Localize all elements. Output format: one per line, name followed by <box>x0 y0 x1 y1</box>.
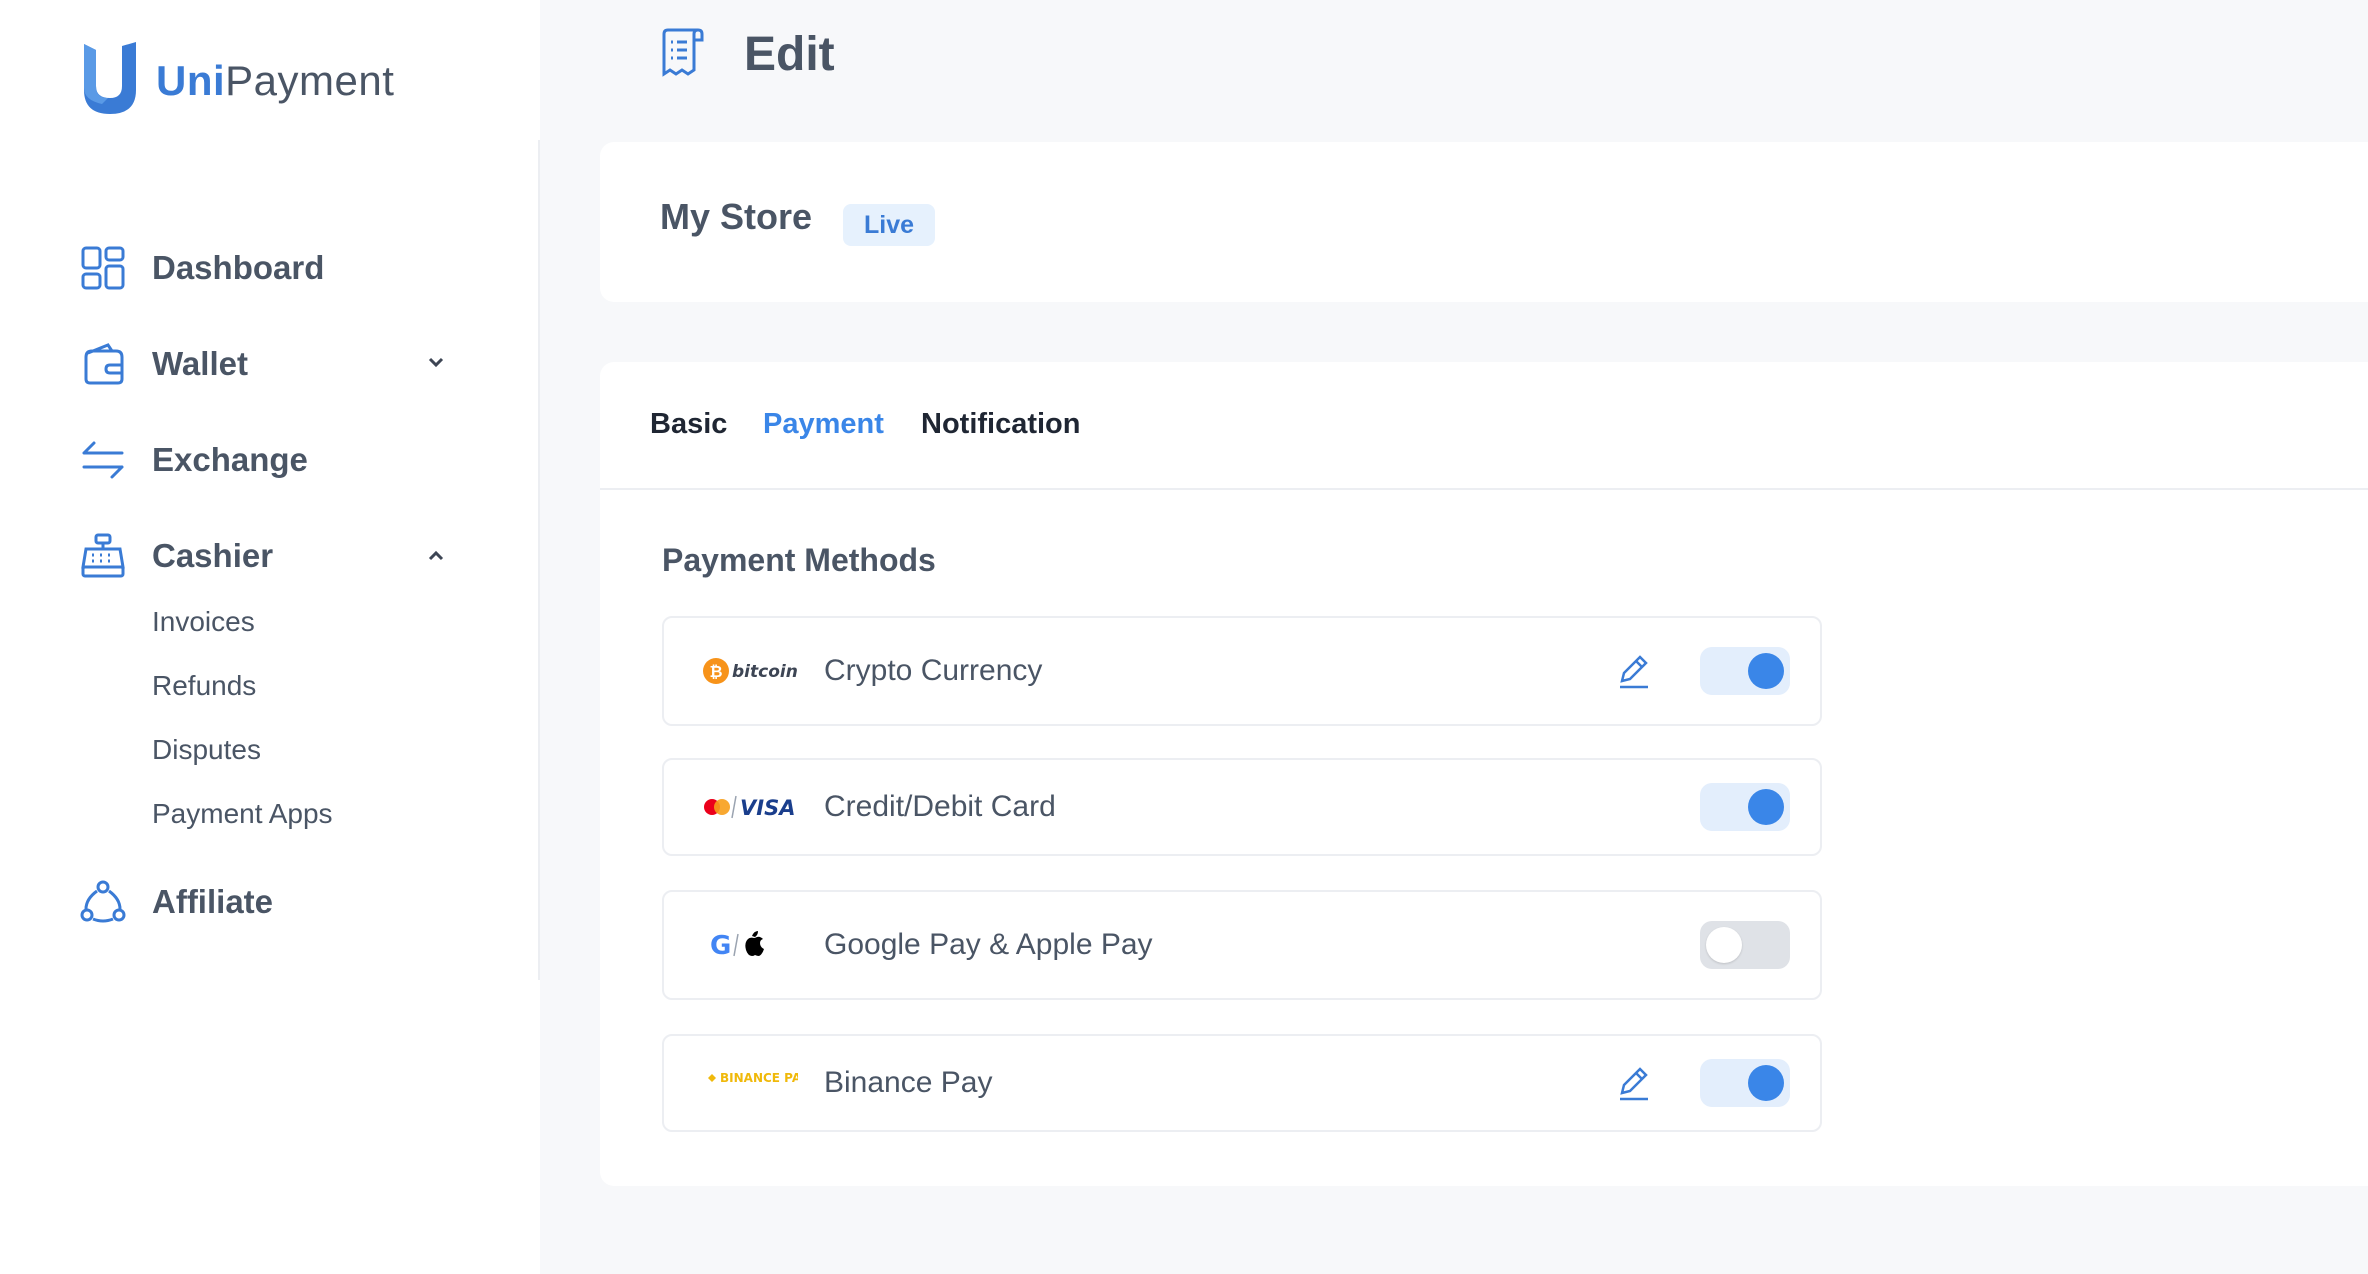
tab-basic[interactable]: Basic <box>650 408 727 441</box>
dashboard-icon <box>80 245 126 291</box>
brand-name-suffix: Payment <box>225 56 395 104</box>
brand-name-prefix: Uni <box>156 56 226 104</box>
toggle-knob <box>1706 927 1742 963</box>
sidebar-subitem-invoices[interactable]: Invoices <box>152 606 255 638</box>
binance-toggle[interactable] <box>1700 1059 1790 1107</box>
cashier-icon <box>80 533 126 579</box>
toggle-knob <box>1748 1065 1784 1101</box>
status-badge: Live <box>843 204 935 246</box>
edit-pencil-icon[interactable] <box>1614 651 1654 691</box>
toggle-knob <box>1748 653 1784 689</box>
bitcoin-logo: ₿ bitcoin <box>702 648 798 694</box>
unipayment-logo-icon <box>78 40 142 121</box>
edit-pencil-icon[interactable] <box>1614 1063 1654 1103</box>
wallet-icon <box>80 341 126 387</box>
affiliate-icon <box>80 879 126 925</box>
payment-method-crypto: ₿ bitcoin Crypto Currency <box>662 616 1822 726</box>
tab-payment[interactable]: Payment <box>763 408 884 441</box>
sidebar-subitem-disputes[interactable]: Disputes <box>152 734 261 766</box>
visa-logo-text: VISA <box>740 796 795 820</box>
google-apple-logo: G <box>702 922 798 968</box>
store-name: My Store <box>660 196 813 237</box>
sidebar-item-affiliate[interactable]: Affiliate <box>80 872 273 932</box>
svg-text:₿: ₿ <box>709 662 722 681</box>
unipayment-logo[interactable]: UniPayment <box>78 40 394 121</box>
sidebar: UniPayment Dashboard Wallet Exchange Cas… <box>0 0 540 1274</box>
binance-logo-text: BINANCE PAY <box>720 1071 798 1085</box>
chevron-up-icon[interactable] <box>422 542 450 570</box>
sidebar-item-label: Dashboard <box>152 249 325 286</box>
sidebar-item-label: Affiliate <box>152 883 274 920</box>
settings-card: Basic Payment Notification Payment Metho… <box>600 362 2368 1186</box>
payment-method-binance: BINANCE PAY Binance Pay <box>662 1034 1822 1132</box>
mastercard-visa-logo: VISA <box>702 784 798 830</box>
sidebar-item-dashboard[interactable]: Dashboard <box>80 238 324 298</box>
sidebar-item-cashier[interactable]: Cashier <box>80 526 273 586</box>
toggle-knob <box>1748 789 1784 825</box>
sidebar-item-label: Exchange <box>152 441 308 478</box>
sidebar-divider <box>538 140 540 980</box>
tab-notification[interactable]: Notification <box>921 408 1081 441</box>
tab-bar: Basic Payment Notification <box>600 362 2368 490</box>
chevron-down-icon[interactable] <box>422 348 450 376</box>
page-title: Edit <box>744 28 835 81</box>
sidebar-item-label: Cashier <box>152 537 274 574</box>
sidebar-item-label: Wallet <box>152 345 248 382</box>
sidebar-subitem-payment-apps[interactable]: Payment Apps <box>152 798 333 830</box>
sidebar-item-exchange[interactable]: Exchange <box>80 430 308 490</box>
payment-method-card: VISA Credit/Debit Card <box>662 758 1822 856</box>
google-logo-text: G <box>710 931 731 961</box>
payment-method-label: Credit/Debit Card <box>824 790 1056 823</box>
binance-pay-logo: BINANCE PAY <box>702 1060 809 1106</box>
crypto-toggle[interactable] <box>1700 647 1790 695</box>
google-apple-toggle[interactable] <box>1700 921 1790 969</box>
payment-method-google-apple: G Google Pay & Apple Pay <box>662 890 1822 1000</box>
brand-name: UniPayment <box>156 57 394 105</box>
sidebar-subitem-refunds[interactable]: Refunds <box>152 670 256 702</box>
sidebar-item-wallet[interactable]: Wallet <box>80 334 248 394</box>
payment-method-label: Crypto Currency <box>824 654 1043 687</box>
section-title: Payment Methods <box>662 542 936 578</box>
receipt-icon <box>660 26 706 83</box>
payment-method-label: Google Pay & Apple Pay <box>824 928 1153 961</box>
card-toggle[interactable] <box>1700 783 1790 831</box>
page-header: Edit <box>660 26 835 83</box>
exchange-icon <box>80 437 126 483</box>
bitcoin-logo-text: bitcoin <box>732 662 798 682</box>
payment-method-label: Binance Pay <box>824 1066 993 1099</box>
store-card: My Store Live <box>600 142 2368 302</box>
